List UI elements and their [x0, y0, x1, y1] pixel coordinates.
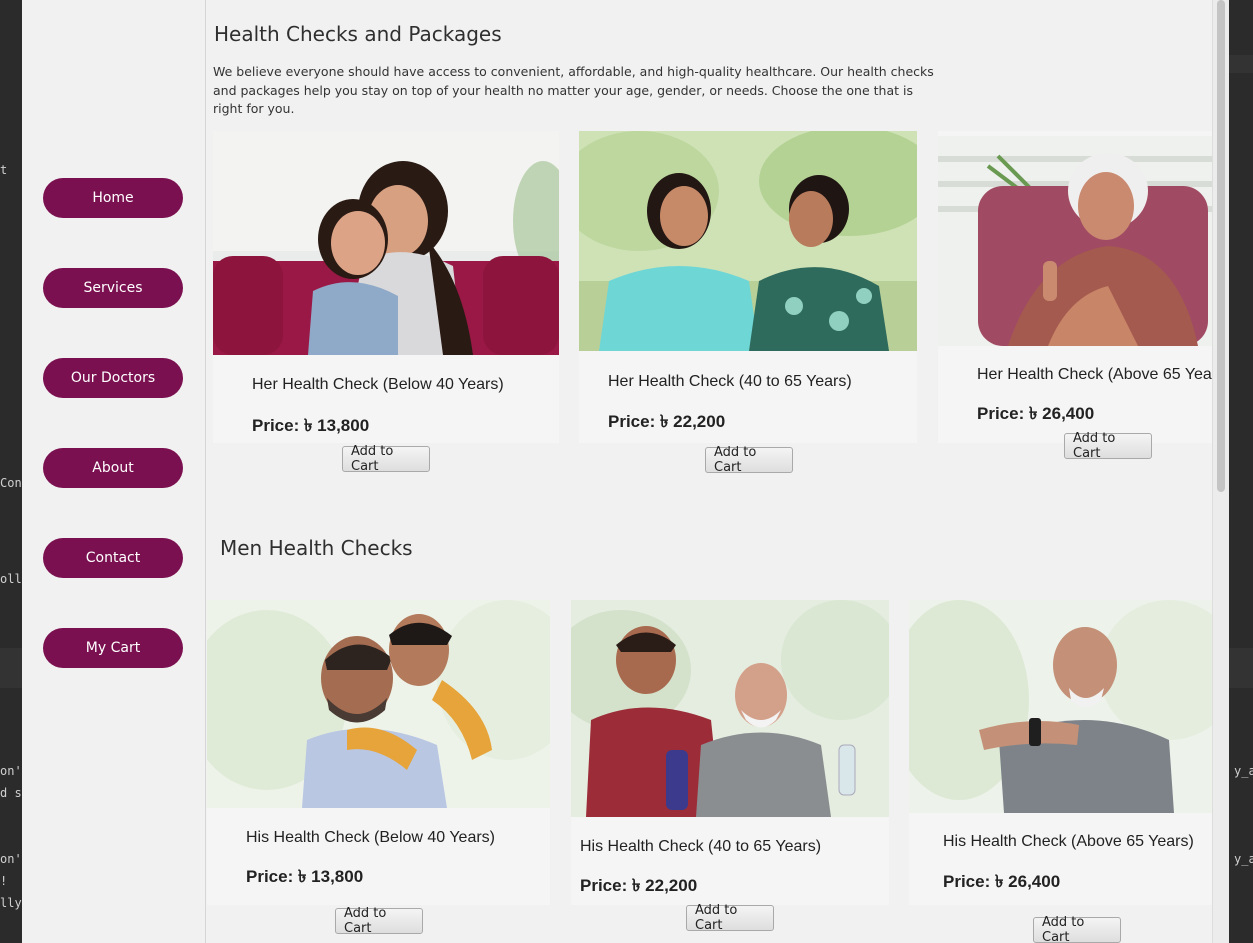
men-section-title: Men Health Checks: [220, 536, 413, 560]
bg-editor-band: [1229, 648, 1253, 688]
nav-my-cart-button[interactable]: My Cart: [43, 628, 183, 668]
product-price: Price: ৳ 22,200: [608, 412, 726, 431]
product-title: His Health Check (40 to 65 Years): [580, 838, 822, 855]
add-to-cart-button[interactable]: Add to Cart: [705, 445, 793, 475]
product-title: Her Health Check (40 to 65 Years): [608, 373, 852, 390]
add-to-cart-button[interactable]: Add to Cart: [686, 903, 774, 933]
add-to-cart-button[interactable]: Add to Cart: [1064, 431, 1152, 461]
product-title: His Health Check (Above 65 Years): [943, 833, 1194, 850]
app-window: Home Services Our Doctors About Contact …: [22, 0, 1229, 943]
bg-editor-band: [0, 648, 22, 688]
product-photo: [207, 600, 550, 808]
product-photo: [571, 600, 889, 817]
add-to-cart-button[interactable]: Add to Cart: [335, 906, 423, 936]
nav-home-button[interactable]: Home: [43, 178, 183, 218]
product-price: Price: ৳ 26,400: [943, 872, 1061, 891]
women-section-title: Health Checks and Packages: [214, 22, 502, 46]
bg-text: y_a: [1234, 852, 1253, 866]
product-photo: [579, 131, 917, 351]
product-price: Price: ৳ 26,400: [977, 404, 1095, 423]
nav-services-button[interactable]: Services: [43, 268, 183, 308]
vertical-scrollbar[interactable]: [1212, 0, 1229, 943]
nav-contact-button[interactable]: Contact: [43, 538, 183, 578]
product-photo: [938, 136, 1213, 346]
product-title: Her Health Check (Above 65 Years): [977, 366, 1229, 383]
product-photo: [909, 600, 1212, 813]
bg-text: lly: [0, 896, 22, 910]
sidebar: Home Services Our Doctors About Contact …: [22, 0, 206, 943]
product-price: Price: ৳ 22,200: [580, 876, 698, 895]
main-content: Health Checks and Packages We believe ev…: [206, 0, 1229, 943]
scrollbar-thumb[interactable]: [1217, 0, 1225, 492]
add-to-cart-button[interactable]: Add to Cart: [1033, 915, 1121, 943]
product-photo: [213, 131, 559, 355]
bg-text: y_a: [1234, 764, 1253, 778]
bg-editor-band: [1229, 55, 1253, 73]
product-title: His Health Check (Below 40 Years): [246, 829, 496, 846]
product-price: Price: ৳ 13,800: [246, 867, 364, 886]
bg-text: d s: [0, 786, 22, 800]
add-to-cart-button[interactable]: Add to Cart: [342, 444, 430, 474]
intro-paragraph: We believe everyone should have access t…: [213, 64, 934, 116]
nav-our-doctors-button[interactable]: Our Doctors: [43, 358, 183, 398]
bg-text: !: [0, 874, 8, 888]
bg-text: on': [0, 852, 22, 866]
product-price: Price: ৳ 13,800: [252, 416, 370, 435]
product-title: Her Health Check (Below 40 Years): [252, 376, 504, 393]
bg-text: on': [0, 764, 22, 778]
bg-text: t: [0, 163, 8, 177]
nav-about-button[interactable]: About: [43, 448, 183, 488]
